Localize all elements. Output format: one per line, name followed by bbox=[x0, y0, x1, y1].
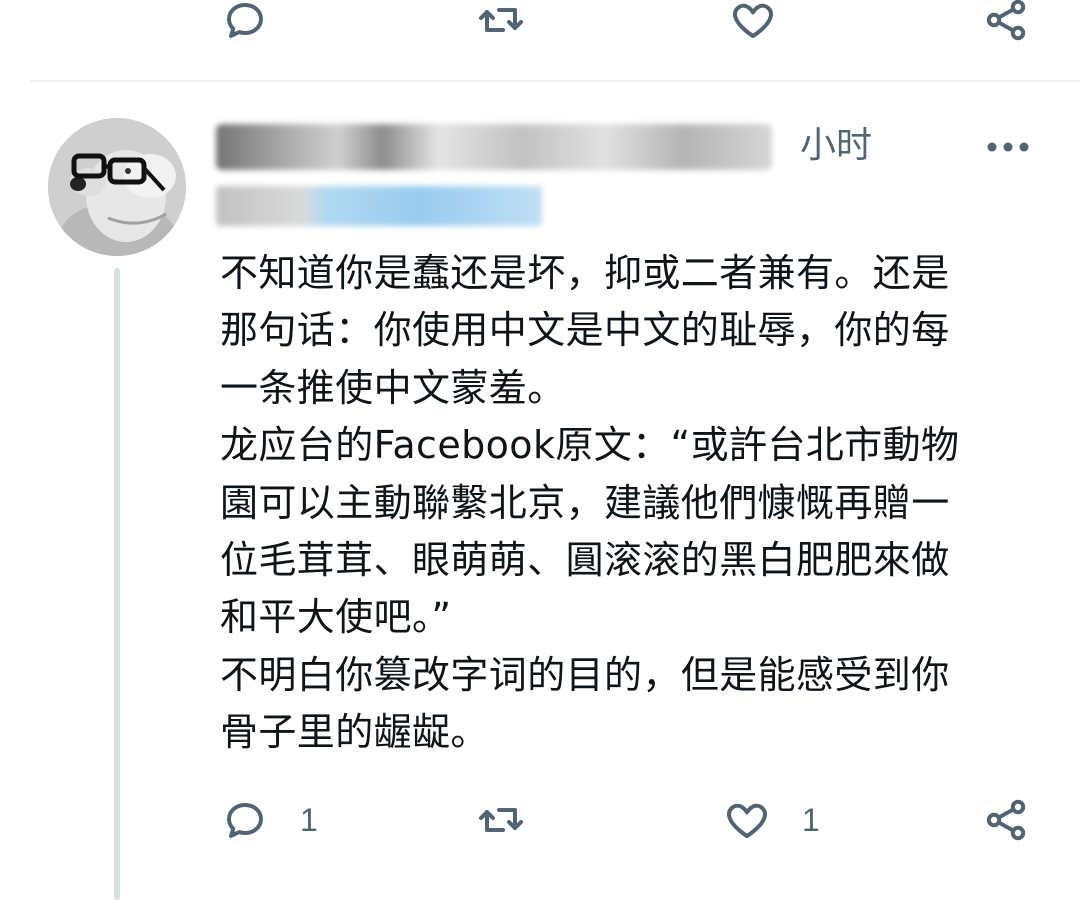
tweet-actions: 1 1 bbox=[0, 790, 1080, 850]
retweet-button[interactable] bbox=[474, 0, 528, 44]
tweet-text: 不知道你是蠢还是坏，抑或二者兼有。还是 那句话：你使用中文是中文的耻辱，你的每 … bbox=[220, 251, 960, 755]
share-button[interactable] bbox=[982, 0, 1030, 44]
reply-button[interactable] bbox=[220, 0, 270, 44]
share-icon bbox=[986, 0, 1026, 41]
like-button[interactable] bbox=[728, 0, 778, 44]
avatar[interactable] bbox=[48, 118, 186, 256]
blurred-replying-to[interactable] bbox=[216, 186, 542, 226]
heart-icon bbox=[727, 803, 767, 838]
reply-icon bbox=[227, 803, 263, 838]
like-button[interactable]: 1 bbox=[722, 796, 820, 844]
retweet-icon bbox=[479, 808, 523, 832]
reply-icon bbox=[227, 3, 263, 38]
reply-button[interactable]: 1 bbox=[220, 796, 318, 844]
more-horizontal-icon bbox=[987, 142, 1029, 152]
dog-with-glasses-avatar-image bbox=[48, 118, 186, 256]
heart-icon bbox=[733, 3, 773, 38]
retweet-icon bbox=[479, 8, 523, 32]
more-options-button[interactable] bbox=[982, 128, 1034, 166]
reply-count: 1 bbox=[300, 801, 318, 838]
tweet-timestamp[interactable]: 小时 bbox=[800, 122, 872, 170]
tweet-divider bbox=[30, 80, 1080, 82]
previous-tweet-actions bbox=[0, 0, 1080, 60]
share-button[interactable] bbox=[982, 796, 1030, 844]
like-count: 1 bbox=[802, 801, 820, 838]
retweet-button[interactable] bbox=[474, 796, 528, 844]
blurred-author-name[interactable] bbox=[216, 124, 772, 170]
share-icon bbox=[986, 799, 1026, 841]
